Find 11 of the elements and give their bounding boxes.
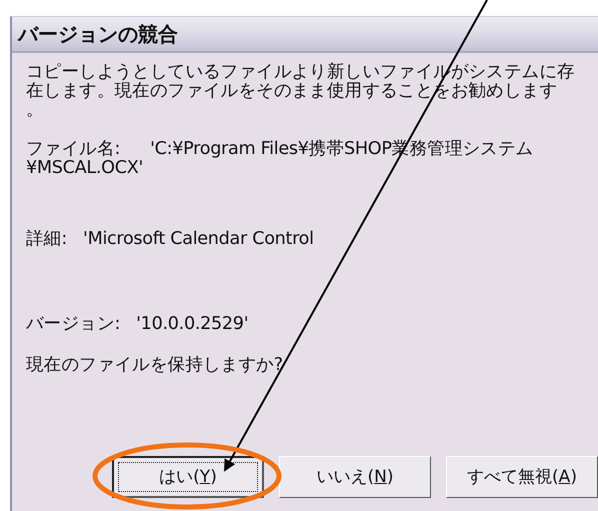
- version-value: '10.0.0.2529': [136, 315, 248, 334]
- question-text: 現在のファイルを保持しますか?: [26, 356, 284, 375]
- version-label: バージョン:: [26, 315, 120, 334]
- dialog-button[interactable]: すべて無視(A): [446, 456, 598, 498]
- file-name-label: ファイル名:: [26, 139, 120, 159]
- file-path-line: ¥MSCAL.OCX': [26, 158, 143, 178]
- dialog-button[interactable]: いいえ(N): [279, 456, 431, 498]
- window-title: バージョンの競合: [12, 17, 598, 53]
- details-label: 詳細:: [26, 230, 68, 249]
- dialog-button[interactable]: はい(Y): [112, 456, 264, 498]
- details-value: 'Microsoft Calendar Control: [83, 230, 314, 249]
